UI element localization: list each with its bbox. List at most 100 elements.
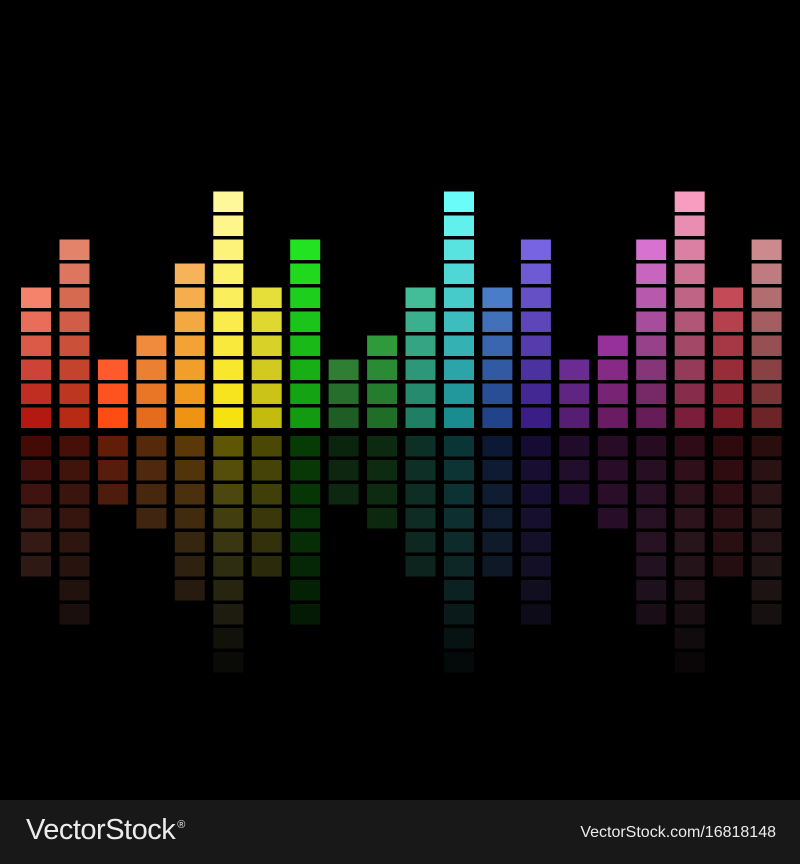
eq-reflection-segment (59, 484, 90, 505)
eq-segment (213, 383, 244, 404)
eq-segment (21, 335, 51, 356)
eq-reflection-segment (21, 508, 51, 529)
eq-reflection-segment (405, 508, 436, 529)
eq-segment (213, 359, 244, 380)
eq-segment (405, 383, 436, 404)
eq-segment (482, 359, 513, 380)
eq-segment (59, 359, 90, 380)
eq-reflection-segment (520, 532, 551, 553)
eq-reflection-segment (213, 580, 244, 601)
eq-segment (636, 287, 667, 308)
eq-reflection-segment (174, 460, 205, 481)
eq-segment (713, 359, 744, 380)
eq-reflection-segment (751, 508, 782, 529)
eq-segment (405, 407, 436, 428)
eq-reflection-segment (59, 604, 90, 625)
eq-segment (251, 335, 282, 356)
eq-segment (367, 383, 398, 404)
eq-segment (674, 239, 705, 260)
eq-segment (251, 311, 282, 332)
eq-reflection-segment (444, 532, 474, 553)
eq-segment (290, 263, 321, 284)
eq-segment (251, 287, 282, 308)
eq-reflection-segment (444, 460, 474, 481)
eq-segment (482, 311, 513, 332)
eq-segment (597, 359, 628, 380)
eq-reflection-segment (59, 532, 90, 553)
eq-reflection-segment (290, 604, 321, 625)
eq-segment (59, 263, 90, 284)
eq-reflection-segment (405, 532, 436, 553)
eq-reflection-segment (405, 484, 436, 505)
eq-reflection-segment (444, 508, 474, 529)
eq-reflection-segment (597, 508, 628, 529)
eq-segment (290, 287, 321, 308)
eq-segment (559, 407, 590, 428)
eq-reflection-segment (328, 484, 359, 505)
eq-reflection-segment (713, 532, 744, 553)
eq-reflection-segment (520, 580, 551, 601)
eq-segment (751, 263, 782, 284)
eq-reflection-segment (174, 556, 205, 577)
eq-segment (444, 263, 474, 284)
eq-reflection-segment (21, 532, 51, 553)
eq-reflection-segment (444, 628, 474, 649)
eq-segment (290, 311, 321, 332)
eq-segment (328, 407, 359, 428)
eq-reflection-segment (21, 556, 51, 577)
eq-segment (174, 383, 205, 404)
eq-reflection-segment (520, 508, 551, 529)
registered-mark: ® (177, 819, 185, 832)
eq-reflection-segment (213, 460, 244, 481)
eq-reflection-segment (713, 436, 744, 457)
eq-reflection-segment (674, 532, 705, 553)
eq-segment (59, 383, 90, 404)
eq-segment (97, 407, 128, 428)
eq-reflection-segment (97, 436, 128, 457)
eq-reflection-segment (674, 484, 705, 505)
eq-segment (174, 263, 205, 284)
eq-segment (674, 359, 705, 380)
eq-segment (405, 311, 436, 332)
eq-reflection-segment (636, 436, 667, 457)
eq-reflection-segment (559, 460, 590, 481)
eq-reflection-segment (59, 508, 90, 529)
eq-segment (405, 359, 436, 380)
eq-segment (213, 287, 244, 308)
eq-reflection-segment (751, 436, 782, 457)
eq-reflection-segment (713, 508, 744, 529)
eq-segment (59, 407, 90, 428)
eq-reflection-segment (59, 580, 90, 601)
eq-reflection-segment (713, 556, 744, 577)
eq-segment (674, 311, 705, 332)
eq-reflection-segment (251, 556, 282, 577)
eq-segment (174, 311, 205, 332)
eq-segment (636, 359, 667, 380)
eq-reflection-segment (251, 508, 282, 529)
eq-segment (21, 383, 51, 404)
eq-reflection-segment (97, 484, 128, 505)
eq-reflection-segment (290, 436, 321, 457)
eq-reflection-segment (367, 460, 398, 481)
eq-reflection-segment (251, 436, 282, 457)
eq-reflection-segment (136, 508, 167, 529)
eq-reflection-segment (290, 508, 321, 529)
eq-segment (482, 335, 513, 356)
eq-segment (482, 287, 513, 308)
eq-segment (751, 311, 782, 332)
eq-reflection-segment (520, 556, 551, 577)
image-id-label: VectorStock.com/16818148 (580, 824, 776, 841)
eq-segment (21, 311, 51, 332)
eq-segment (290, 239, 321, 260)
eq-segment (674, 215, 705, 236)
eq-segment (21, 359, 51, 380)
eq-reflection-segment (520, 604, 551, 625)
eq-reflection-segment (751, 532, 782, 553)
eq-reflection-segment (136, 436, 167, 457)
eq-reflection-segment (444, 652, 474, 673)
eq-reflection-segment (213, 508, 244, 529)
eq-segment (751, 287, 782, 308)
eq-segment (136, 335, 167, 356)
eq-segment (251, 407, 282, 428)
eq-reflection-segment (751, 604, 782, 625)
